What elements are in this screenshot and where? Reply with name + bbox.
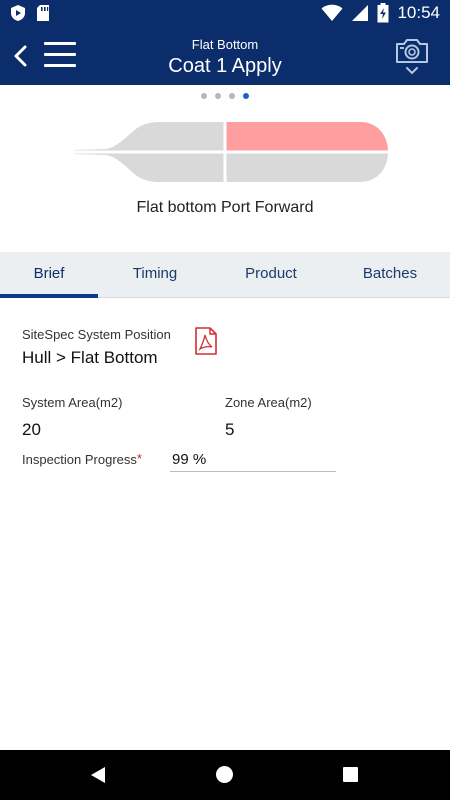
carousel-dot[interactable] xyxy=(215,93,221,99)
position-label: SiteSpec System Position xyxy=(22,327,171,342)
hull-diagram[interactable] xyxy=(70,118,390,188)
carousel-dot[interactable] xyxy=(229,93,235,99)
hull-zone-port-forward-highlight xyxy=(225,122,388,152)
status-bar: 10:54 xyxy=(0,0,450,27)
system-nav-bar xyxy=(0,750,450,800)
camera-icon[interactable] xyxy=(394,36,430,66)
pdf-icon[interactable] xyxy=(194,327,218,355)
wifi-icon xyxy=(321,4,343,21)
tab-batches[interactable]: Batches xyxy=(330,252,450,297)
cellular-icon xyxy=(352,5,369,21)
inspection-progress-input[interactable]: 99 % xyxy=(170,451,336,472)
battery-charging-icon xyxy=(377,3,389,23)
carousel-dot-active[interactable] xyxy=(243,93,249,99)
tab-indicator xyxy=(0,294,98,298)
inspection-progress-row: Inspection Progress* 99 % xyxy=(22,451,432,472)
app-bar: Flat Bottom Coat 1 Apply xyxy=(0,27,450,85)
carousel-indicator xyxy=(0,93,450,99)
required-marker: * xyxy=(136,451,142,466)
nav-home-icon[interactable] xyxy=(216,766,233,783)
position-value: Hull > Flat Bottom xyxy=(22,348,158,367)
zone-area-label: Zone Area(m2) xyxy=(225,395,312,410)
clock: 10:54 xyxy=(397,3,440,22)
nav-recents-icon[interactable] xyxy=(343,767,358,782)
tab-timing[interactable]: Timing xyxy=(98,252,212,297)
area-row: System Area(m2) 20 Zone Area(m2) 5 xyxy=(22,395,432,440)
chevron-down-icon[interactable] xyxy=(405,66,419,76)
carousel-dot[interactable] xyxy=(201,93,207,99)
tab-bar: Brief Timing Product Batches xyxy=(0,252,450,298)
hull-caption: Flat bottom Port Forward xyxy=(136,199,314,216)
brief-panel: SiteSpec System Position Hull > Flat Bot… xyxy=(22,320,432,472)
tab-product[interactable]: Product xyxy=(212,252,330,297)
tab-brief[interactable]: Brief xyxy=(0,252,98,297)
nav-back-icon[interactable] xyxy=(90,766,106,784)
page-title: Coat 1 Apply xyxy=(168,55,282,77)
inspection-progress-label: Inspection Progress xyxy=(22,452,137,467)
play-shield-icon xyxy=(11,5,25,21)
zone-area-value: 5 xyxy=(225,420,235,439)
page-subtitle: Flat Bottom xyxy=(191,37,259,52)
sd-card-icon xyxy=(37,5,49,21)
